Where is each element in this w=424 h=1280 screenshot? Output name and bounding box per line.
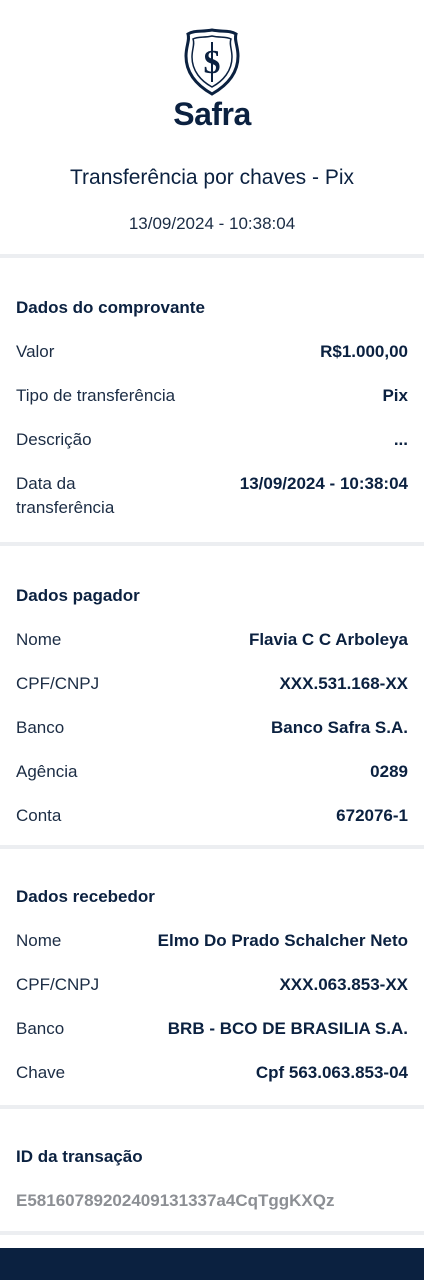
detail-row-descricao: Descrição ... [16,418,408,462]
detail-row-tipo: Tipo de transferência Pix [16,374,408,418]
detail-row-cpf: CPF/CNPJ XXX.063.853-XX [16,963,408,1007]
section-title: Dados recebedor [16,887,155,906]
row-label: CPF/CNPJ [16,674,100,693]
section-recebedor: Dados recebedor Nome Elmo Do Prado Schal… [0,849,424,1105]
safra-crest-icon: $ [0,28,424,98]
row-value: XXX.063.853-XX [279,975,408,994]
footer-bar [0,1248,424,1280]
row-value: Banco Safra S.A. [271,718,408,737]
detail-row-valor: Valor R$1.000,00 [16,330,408,374]
section-title: Dados do comprovante [16,298,205,317]
section-title: ID da transação [16,1147,143,1166]
detail-row-nome: Nome Elmo Do Prado Schalcher Neto [16,919,408,963]
row-label: Descrição [16,430,92,449]
transaction-id: E58160789202409131337a4CqTggKXQz [16,1191,335,1210]
row-value: R$1.000,00 [320,342,408,361]
receipt-title: Transferência por chaves - Pix [69,166,354,189]
row-label: Nome [16,931,62,950]
detail-row-cpf: CPF/CNPJ XXX.531.168-XX [16,662,408,706]
detail-row-banco: Banco BRB - BCO DE BRASILIA S.A. [16,1007,408,1051]
receipt-page: $ Safra Transferência por chaves - Pix 1… [0,0,424,1280]
row-value: 672076-1 [336,806,408,825]
divider [0,1231,424,1235]
row-label: Valor [16,342,55,361]
section-title: Dados pagador [16,586,140,605]
detail-row-banco: Banco Banco Safra S.A. [16,706,408,750]
brand-name: Safra [173,96,251,132]
row-value: XXX.531.168-XX [279,674,408,693]
row-label: Agência [16,762,78,781]
row-value: ... [393,430,408,449]
row-label: Conta [16,806,62,825]
detail-row-agencia: Agência 0289 [16,750,408,794]
row-value: BRB - BCO DE BRASILIA S.A. [167,1019,408,1038]
row-value: Flavia C C Arboleya [248,630,408,649]
detail-row-conta: Conta 672076-1 [16,794,408,838]
row-value: Pix [382,386,408,405]
row-value: Elmo Do Prado Schalcher Neto [157,931,408,950]
row-value: 0289 [370,762,408,781]
row-value: Cpf 563.063.853-04 [255,1063,408,1082]
section-transacao: ID da transação E58160789202409131337a4C… [0,1109,424,1231]
section-comprovante: Dados do comprovante Valor R$1.000,00 Ti… [0,258,424,542]
row-label: Data da transferência [16,474,115,517]
row-value: 13/09/2024 - 10:38:04 [239,474,408,493]
row-label: Chave [16,1063,66,1082]
receipt-header: $ Safra Transferência por chaves - Pix 1… [0,0,424,254]
row-label: Banco [16,1019,65,1038]
detail-row-nome: Nome Flavia C C Arboleya [16,618,408,662]
receipt-datetime: 13/09/2024 - 10:38:04 [128,214,296,233]
row-label: Nome [16,630,62,649]
detail-row-chave: Chave Cpf 563.063.853-04 [16,1051,408,1095]
section-pagador: Dados pagador Nome Flavia C C Arboleya C… [0,546,424,845]
detail-row-data: Data da transferência 13/09/2024 - 10:38… [16,462,408,530]
row-label: Tipo de transferência [16,386,176,405]
row-label: Banco [16,718,65,737]
row-label: CPF/CNPJ [16,975,100,994]
